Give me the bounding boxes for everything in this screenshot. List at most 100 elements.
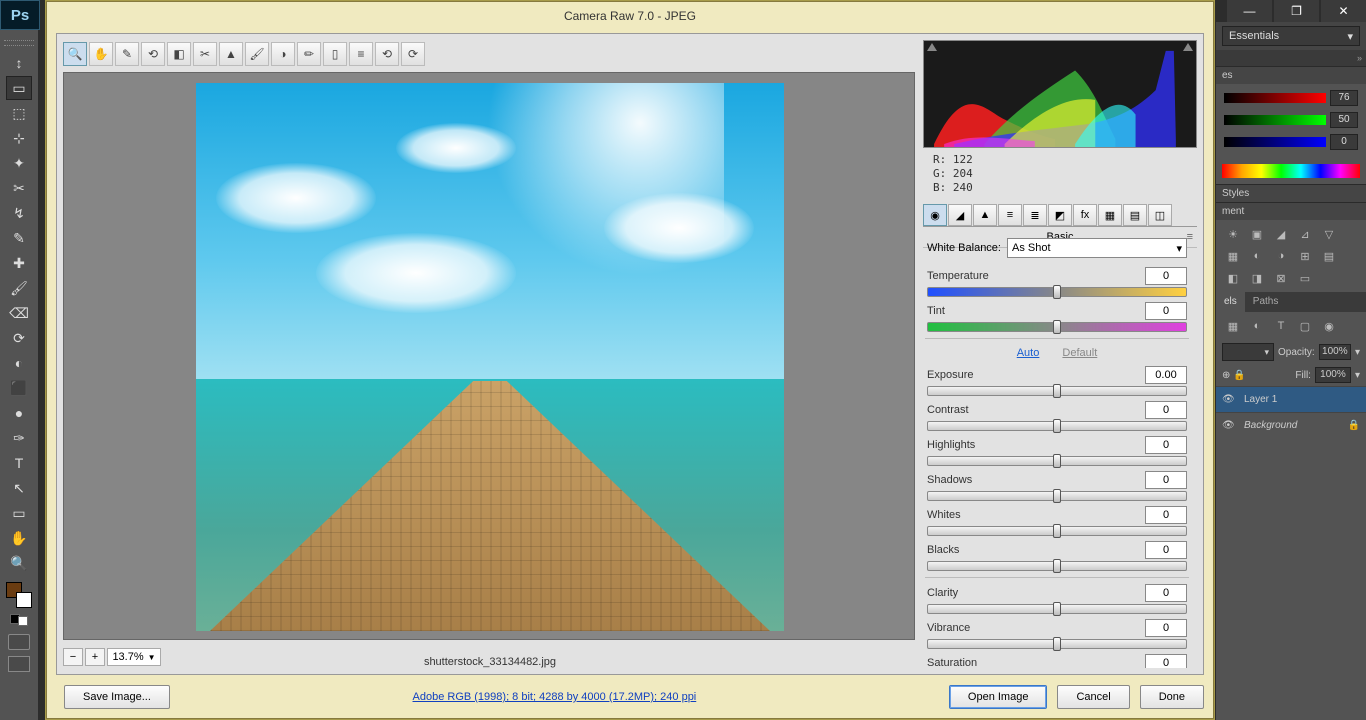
- slider-value-input[interactable]: 0: [1145, 401, 1187, 419]
- slider-track[interactable]: [927, 456, 1187, 466]
- ps-tool-6[interactable]: ↯: [6, 201, 32, 225]
- shadow-clip-warning[interactable]: [927, 43, 937, 51]
- slider-knob[interactable]: [1053, 419, 1061, 433]
- slider-knob[interactable]: [1053, 559, 1061, 573]
- slider-value-input[interactable]: 0: [1145, 302, 1187, 320]
- green-value[interactable]: 50: [1330, 112, 1358, 128]
- cr-tool-0[interactable]: 🔍: [63, 42, 87, 66]
- adjustment-tab-2[interactable]: ▲: [973, 204, 997, 226]
- ps-tool-2[interactable]: ⬚: [6, 101, 32, 125]
- workspace-dropdown[interactable]: Essentials▾: [1222, 26, 1360, 46]
- adjustment-tab-9[interactable]: ◫: [1148, 204, 1172, 226]
- slider-track[interactable]: [927, 639, 1187, 649]
- slider-value-input[interactable]: 0.00: [1145, 366, 1187, 384]
- slider-value-input[interactable]: 0: [1145, 506, 1187, 524]
- ps-tool-12[interactable]: ◐: [6, 351, 32, 375]
- adj-icon[interactable]: ◐: [1248, 248, 1266, 264]
- opacity-input[interactable]: 100%: [1319, 344, 1351, 360]
- slider-track[interactable]: [927, 386, 1187, 396]
- adj-icon[interactable]: ▣: [1248, 226, 1266, 242]
- panel-collapse-strip[interactable]: »: [1216, 50, 1366, 66]
- paths-tab[interactable]: Paths: [1245, 292, 1287, 312]
- open-image-button[interactable]: Open Image: [949, 685, 1048, 709]
- blue-slider[interactable]: [1224, 137, 1326, 147]
- ps-tool-16[interactable]: T: [6, 451, 32, 475]
- slider-knob[interactable]: [1053, 285, 1061, 299]
- slider-knob[interactable]: [1053, 384, 1061, 398]
- filter-icon[interactable]: ◐: [1248, 318, 1266, 334]
- slider-value-input[interactable]: 0: [1145, 471, 1187, 489]
- ps-tool-19[interactable]: ✋: [6, 526, 32, 550]
- adjustment-tab-7[interactable]: ▦: [1098, 204, 1122, 226]
- slider-track[interactable]: [927, 421, 1187, 431]
- default-colors-icon[interactable]: [10, 614, 28, 626]
- cr-tool-7[interactable]: 🖌: [245, 42, 269, 66]
- adj-icon[interactable]: ⊠: [1272, 270, 1290, 286]
- ps-tool-0[interactable]: ↕: [6, 51, 32, 75]
- blue-value[interactable]: 0: [1330, 134, 1358, 150]
- filter-icon[interactable]: ▢: [1296, 318, 1314, 334]
- slider-knob[interactable]: [1053, 637, 1061, 651]
- ps-tool-9[interactable]: 🖌: [6, 276, 32, 300]
- styles-panel-tab[interactable]: Styles: [1216, 184, 1366, 202]
- ps-tool-13[interactable]: ⬛: [6, 376, 32, 400]
- slider-track[interactable]: [927, 561, 1187, 571]
- adjustment-tab-5[interactable]: ◩: [1048, 204, 1072, 226]
- slider-value-input[interactable]: 0: [1145, 436, 1187, 454]
- ps-tool-11[interactable]: ⟳: [6, 326, 32, 350]
- red-value[interactable]: 76: [1330, 90, 1358, 106]
- screen-mode-button[interactable]: [8, 656, 30, 672]
- adjustment-tab-3[interactable]: ≡: [998, 204, 1022, 226]
- panel-grip[interactable]: [4, 40, 34, 46]
- adj-icon[interactable]: ◨: [1248, 270, 1266, 286]
- cr-tool-11[interactable]: ≡: [349, 42, 373, 66]
- adj-icon[interactable]: ▦: [1224, 248, 1242, 264]
- layer-item-background[interactable]: 👁Background🔒: [1216, 412, 1366, 438]
- ps-tool-5[interactable]: ✂: [6, 176, 32, 200]
- save-image-button[interactable]: Save Image...: [64, 685, 170, 709]
- ps-tool-18[interactable]: ▭: [6, 501, 32, 525]
- cr-tool-2[interactable]: ✎: [115, 42, 139, 66]
- adj-icon[interactable]: ⊿: [1296, 226, 1314, 242]
- green-slider[interactable]: [1224, 115, 1326, 125]
- channels-tab[interactable]: els: [1216, 292, 1245, 312]
- slider-track[interactable]: [927, 322, 1187, 332]
- slider-knob[interactable]: [1053, 320, 1061, 334]
- cr-tool-12[interactable]: ⟲: [375, 42, 399, 66]
- visibility-icon[interactable]: 👁: [1222, 394, 1238, 405]
- slider-track[interactable]: [927, 604, 1187, 614]
- slider-track[interactable]: [927, 287, 1187, 297]
- slider-value-input[interactable]: 0: [1145, 584, 1187, 602]
- highlight-clip-warning[interactable]: [1183, 43, 1193, 51]
- white-balance-dropdown[interactable]: As Shot▾: [1007, 238, 1187, 258]
- slider-knob[interactable]: [1053, 524, 1061, 538]
- default-link[interactable]: Default: [1062, 347, 1097, 359]
- blend-mode-dropdown[interactable]: ▾: [1222, 343, 1274, 361]
- layer-item-layer1[interactable]: 👁Layer 1: [1216, 386, 1366, 412]
- adjustment-tab-1[interactable]: ◢: [948, 204, 972, 226]
- ps-tool-20[interactable]: 🔍: [6, 551, 32, 575]
- ps-tool-15[interactable]: ✑: [6, 426, 32, 450]
- color-swatches[interactable]: [6, 582, 32, 608]
- quick-mask-button[interactable]: [8, 634, 30, 650]
- workflow-options-link[interactable]: Adobe RGB (1998); 8 bit; 4288 by 4000 (1…: [170, 691, 939, 703]
- cr-tool-9[interactable]: ✏: [297, 42, 321, 66]
- adj-icon[interactable]: ⊞: [1296, 248, 1314, 264]
- adj-icon[interactable]: ◑: [1272, 248, 1290, 264]
- filter-icon[interactable]: T: [1272, 318, 1290, 334]
- adjustment-tab-0[interactable]: ◉: [923, 204, 947, 226]
- auto-link[interactable]: Auto: [1017, 347, 1040, 359]
- ps-tool-7[interactable]: ✎: [6, 226, 32, 250]
- slider-knob[interactable]: [1053, 489, 1061, 503]
- cr-tool-13[interactable]: ⟳: [401, 42, 425, 66]
- slider-value-input[interactable]: 0: [1145, 654, 1187, 668]
- red-slider[interactable]: [1224, 93, 1326, 103]
- ps-tool-14[interactable]: ●: [6, 401, 32, 425]
- adj-icon[interactable]: ▤: [1320, 248, 1338, 264]
- slider-knob[interactable]: [1053, 602, 1061, 616]
- adj-icon[interactable]: ◢: [1272, 226, 1290, 242]
- histogram[interactable]: [923, 40, 1197, 148]
- slider-value-input[interactable]: 0: [1145, 267, 1187, 285]
- ps-tool-17[interactable]: ↖: [6, 476, 32, 500]
- cr-tool-8[interactable]: ◑: [271, 42, 295, 66]
